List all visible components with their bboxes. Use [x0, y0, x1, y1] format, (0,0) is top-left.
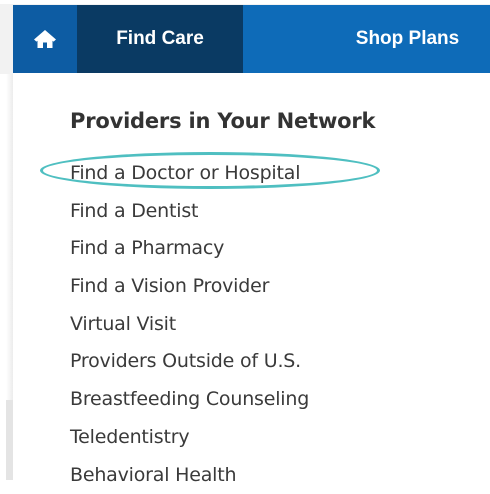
nav-tab-find-care[interactable]: Find Care	[77, 5, 243, 73]
nav-tab-shop-plans-label: Shop Plans	[356, 28, 459, 50]
menu-item-breastfeeding-counseling[interactable]: Breastfeeding Counseling	[70, 381, 309, 419]
nav-tab-shop-plans[interactable]: Shop Plans	[325, 5, 490, 73]
menu-item-virtual-visit[interactable]: Virtual Visit	[70, 306, 309, 344]
find-care-dropdown-menu: Providers in Your Network Find a Doctor …	[13, 73, 490, 480]
menu-item-find-dentist[interactable]: Find a Dentist	[70, 193, 309, 231]
menu-item-behavioral-health[interactable]: Behavioral Health	[70, 457, 309, 494]
nav-home-button[interactable]	[13, 5, 77, 73]
nav-tab-find-care-label: Find Care	[116, 28, 204, 50]
home-icon	[33, 29, 57, 49]
main-navigation: Find Care Shop Plans	[13, 5, 490, 73]
section-heading: Providers in Your Network	[70, 109, 375, 133]
menu-item-providers-outside-us[interactable]: Providers Outside of U.S.	[70, 343, 309, 381]
menu-item-find-vision-provider[interactable]: Find a Vision Provider	[70, 268, 309, 306]
menu-item-teledentistry[interactable]: Teledentistry	[70, 419, 309, 457]
providers-menu-list: Find a Doctor or Hospital Find a Dentist…	[70, 155, 309, 494]
menu-item-find-pharmacy[interactable]: Find a Pharmacy	[70, 230, 309, 268]
menu-item-find-doctor-hospital[interactable]: Find a Doctor or Hospital	[70, 155, 309, 193]
dropdown-left-shadow-lower	[6, 400, 13, 480]
